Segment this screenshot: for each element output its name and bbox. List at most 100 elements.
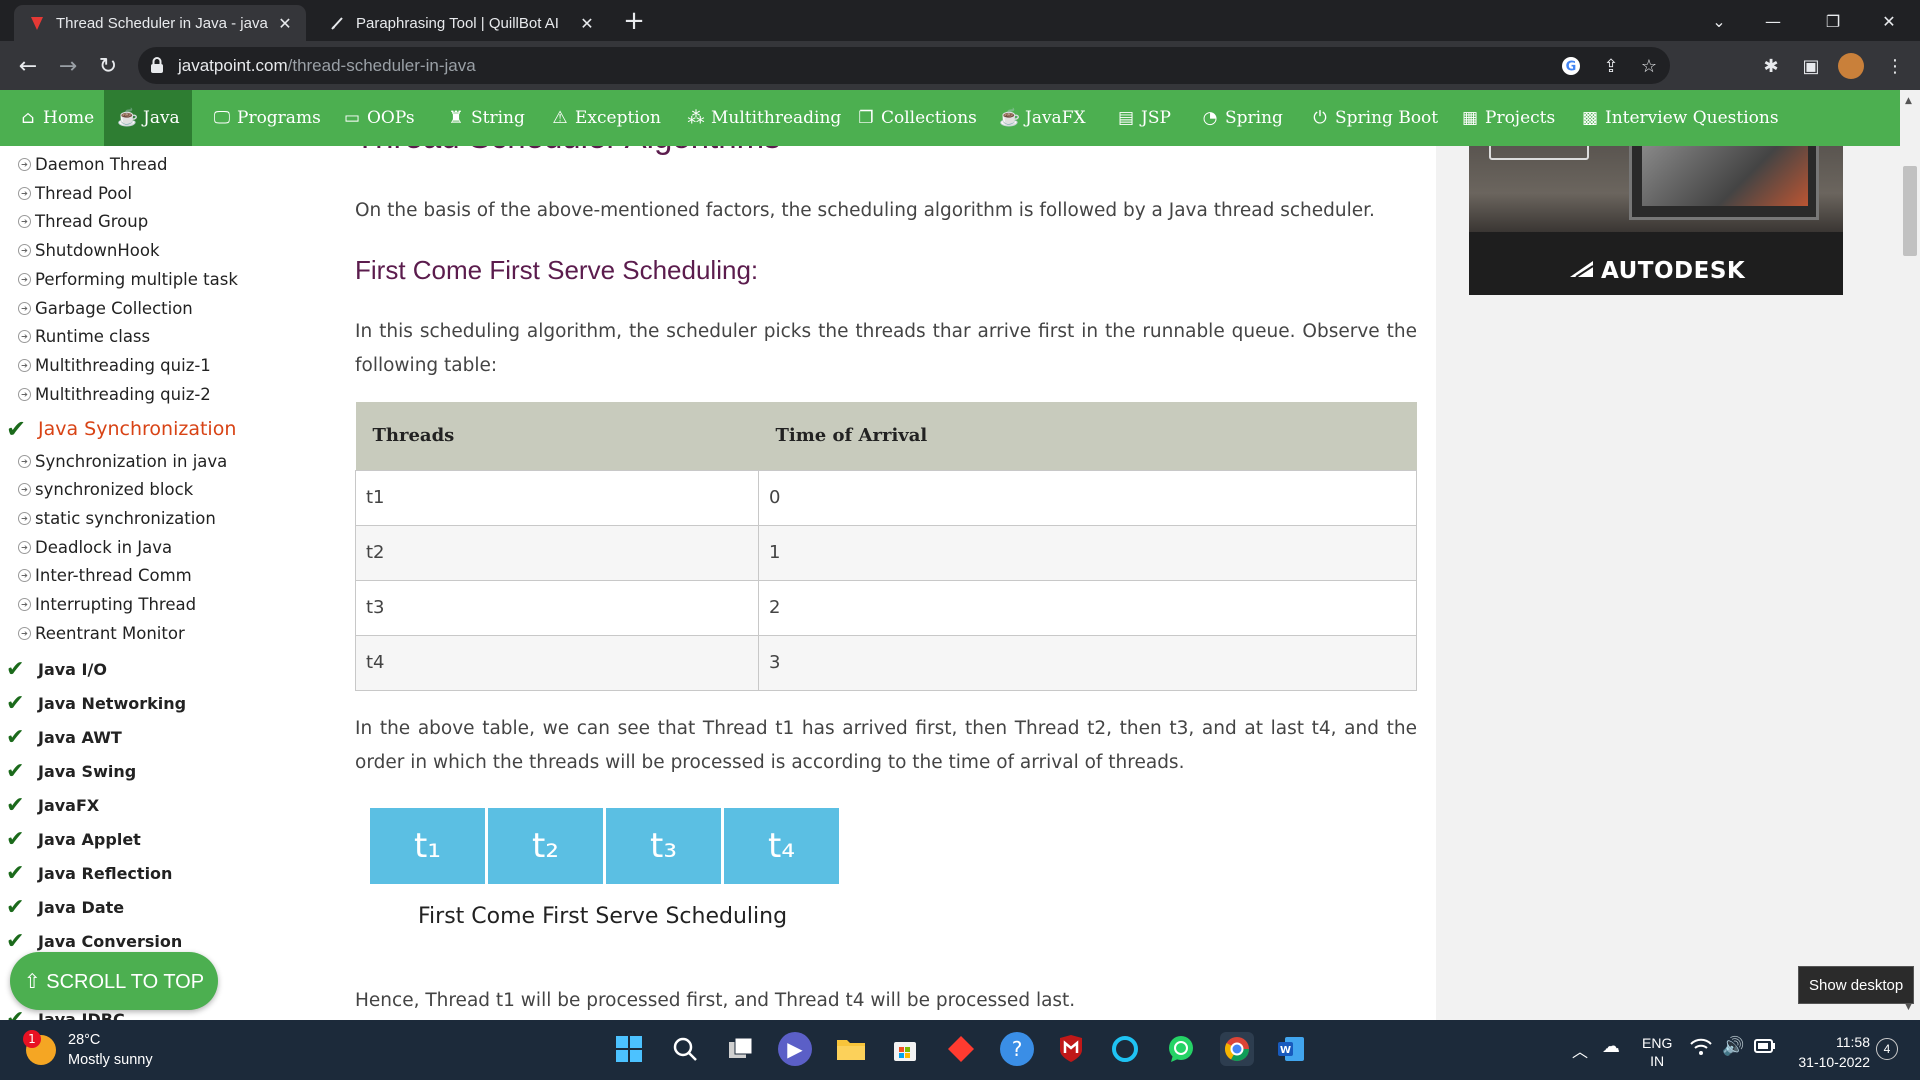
bookmark-star-icon[interactable]: ☆ <box>1638 55 1660 77</box>
tab-search-icon[interactable]: ⌄ <box>1696 6 1742 36</box>
onedrive-cloud-icon[interactable]: ☁ <box>1602 1036 1620 1057</box>
nav-label: Spring Boot <box>1335 108 1439 128</box>
sidebar-item-synchronized-block[interactable]: ➔ synchronized block <box>18 476 193 502</box>
sidebar-category-java-awt[interactable]: ✔ Java AWT <box>6 722 122 752</box>
mcafee-icon[interactable] <box>1054 1032 1088 1066</box>
nav-jsp[interactable]: ▤ JSP <box>1116 90 1181 146</box>
ad-cta-button[interactable] <box>1489 146 1589 160</box>
sidebar-item-garbage-collection[interactable]: ➔ Garbage Collection <box>18 295 193 321</box>
nav-string[interactable]: ♜ String <box>446 90 535 146</box>
sidebar-item-thread-pool[interactable]: ➔ Thread Pool <box>18 180 132 206</box>
sidebar-item-static-synchronization[interactable]: ➔ static synchronization <box>18 505 216 531</box>
scroll-up-arrow-icon[interactable]: ▲ <box>1905 96 1912 106</box>
sidebar-item-multiple-task[interactable]: ➔ Performing multiple task <box>18 266 238 292</box>
minimize-button[interactable]: — <box>1750 6 1796 36</box>
bullet-arrow-icon: ➔ <box>18 157 31 171</box>
weather-widget[interactable]: 1 28°C Mostly sunny <box>23 1030 153 1070</box>
sidebar-category-java-applet[interactable]: ✔ Java Applet <box>6 824 141 854</box>
profile-avatar[interactable] <box>1838 53 1864 79</box>
red-diamond-app-icon[interactable] <box>944 1032 978 1066</box>
sidebar-category-java-synchronization[interactable]: ✔ Java Synchronization <box>6 414 236 444</box>
tray-overflow-icon[interactable]: ︿ <box>1572 1038 1588 1062</box>
reload-icon[interactable]: ↻ <box>92 50 124 82</box>
nav-java[interactable]: ☕ Java <box>104 90 192 146</box>
help-app-icon[interactable]: ? <box>1000 1032 1034 1066</box>
nav-projects[interactable]: ▦ Projects <box>1460 90 1565 146</box>
sidebar-item-daemon-thread[interactable]: ➔ Daemon Thread <box>18 151 168 177</box>
sidebar-item-deadlock[interactable]: ➔ Deadlock in Java <box>18 534 172 560</box>
google-icon[interactable]: G <box>1560 55 1582 77</box>
chrome-icon[interactable] <box>1220 1032 1254 1066</box>
close-window-button[interactable]: ✕ <box>1866 6 1912 36</box>
back-icon[interactable]: ← <box>12 50 44 82</box>
nav-programs[interactable]: 🖵 Programs <box>212 90 331 146</box>
restore-button[interactable]: ❐ <box>1810 6 1856 36</box>
sidebar-item-quiz-2[interactable]: ➔ Multithreading quiz-2 <box>18 381 211 407</box>
whatsapp-icon[interactable] <box>1164 1032 1198 1066</box>
sidebar-item-reentrant-monitor[interactable]: ➔ Reentrant Monitor <box>18 620 185 646</box>
sidebar-item-runtime-class[interactable]: ➔ Runtime class <box>18 323 150 349</box>
sidebar-category-java-date[interactable]: ✔ Java Date <box>6 892 124 922</box>
tab-quillbot[interactable]: Paraphrasing Tool | QuillBot AI ✕ <box>314 5 608 41</box>
close-tab-icon[interactable]: ✕ <box>274 12 296 34</box>
sidebar-category-javafx[interactable]: ✔ JavaFX <box>6 790 99 820</box>
nav-spring[interactable]: ◔ Spring <box>1200 90 1293 146</box>
sidebar-category-java-reflection[interactable]: ✔ Java Reflection <box>6 858 172 888</box>
new-tab-button[interactable]: + <box>620 8 648 36</box>
nav-home[interactable]: ⌂ Home <box>18 90 104 146</box>
advertisement-banner[interactable]: AUTODESK <box>1469 146 1843 295</box>
column-header-time-of-arrival: Time of Arrival <box>758 402 1417 470</box>
nav-spring-boot[interactable]: ⏻ Spring Boot <box>1310 90 1448 146</box>
tab-title: Thread Scheduler in Java - javatp <box>56 14 268 32</box>
category-label: Java Date <box>38 897 125 917</box>
battery-icon[interactable] <box>1754 1039 1776 1058</box>
nav-collections[interactable]: ❐ Collections <box>856 90 987 146</box>
checkmark-icon: ✔ <box>6 894 25 920</box>
sidebar-category-java-io[interactable]: ✔ Java I/O <box>6 654 107 684</box>
scroll-to-top-button[interactable]: ⇧ SCROLL TO TOP <box>10 952 218 1010</box>
sidebar-item-interrupting-thread[interactable]: ➔ Interrupting Thread <box>18 591 196 617</box>
figure-caption: First Come First Serve Scheduling <box>418 904 788 929</box>
share-icon[interactable]: ⇪ <box>1600 55 1622 77</box>
forward-icon[interactable]: → <box>52 50 84 82</box>
tab-javatpoint[interactable]: Thread Scheduler in Java - javatp ✕ <box>14 5 306 41</box>
thread-box-t2: t₂ <box>488 808 603 884</box>
nav-javafx[interactable]: ☕ JavaFX <box>999 90 1096 146</box>
microsoft-store-icon[interactable] <box>888 1032 922 1066</box>
menu-kebab-icon[interactable]: ⋮ <box>1882 53 1908 79</box>
sidebar-item-synchronization[interactable]: ➔ Synchronization in java <box>18 448 227 474</box>
address-bar[interactable]: javatpoint.com/thread-scheduler-in-java … <box>138 47 1670 84</box>
sidebar-item-thread-group[interactable]: ➔ Thread Group <box>18 208 148 234</box>
nav-oops[interactable]: ▭ OOPs <box>342 90 425 146</box>
language-indicator[interactable]: ENG IN <box>1642 1034 1672 1070</box>
sidebar-item-shutdownhook[interactable]: ➔ ShutdownHook <box>18 237 160 263</box>
table-cell: t4 <box>355 634 759 691</box>
start-icon[interactable] <box>612 1032 646 1066</box>
wifi-icon[interactable] <box>1690 1038 1712 1061</box>
scrollbar-thumb[interactable] <box>1903 166 1917 256</box>
page-scrollbar[interactable]: ▲ ▼ <box>1900 90 1920 1020</box>
task-view-icon[interactable] <box>724 1032 758 1066</box>
sidebar-category-java-networking[interactable]: ✔ Java Networking <box>6 688 186 718</box>
extensions-icon[interactable]: ✱ <box>1758 53 1784 79</box>
volume-icon[interactable]: 🔊 <box>1722 1036 1744 1057</box>
sidebar-category-java-swing[interactable]: ✔ Java Swing <box>6 756 136 786</box>
arrival-time-table: Threads Time of Arrival t1 0 t2 1 t3 2 t4 3 <box>355 402 1417 691</box>
tab-strip: Thread Scheduler in Java - javatp ✕ Para… <box>0 0 1920 41</box>
nav-exception[interactable]: ⚠ Exception <box>550 90 671 146</box>
teams-chat-icon[interactable]: ▶ <box>778 1032 812 1066</box>
file-explorer-icon[interactable] <box>834 1032 868 1066</box>
sidebar-item-quiz-1[interactable]: ➔ Multithreading quiz-1 <box>18 352 211 378</box>
side-panel-icon[interactable]: ▣ <box>1798 53 1824 79</box>
clock[interactable]: 11:58 31-10-2022 <box>1794 1032 1870 1072</box>
alexa-icon[interactable] <box>1108 1032 1142 1066</box>
word-icon[interactable]: W <box>1274 1032 1308 1066</box>
sidebar-item-inter-thread-comm[interactable]: ➔ Inter-thread Comm <box>18 562 192 588</box>
nav-label: Home <box>43 108 95 128</box>
close-tab-icon[interactable]: ✕ <box>576 12 598 34</box>
notification-count-badge[interactable]: 4 <box>1876 1038 1898 1060</box>
nav-interview-questions[interactable]: ▩ Interview Questions <box>1580 90 1789 146</box>
search-icon[interactable] <box>668 1032 702 1066</box>
projects-icon: ▦ <box>1461 108 1479 128</box>
nav-multithreading[interactable]: ⁂ Multithreading <box>686 90 851 146</box>
